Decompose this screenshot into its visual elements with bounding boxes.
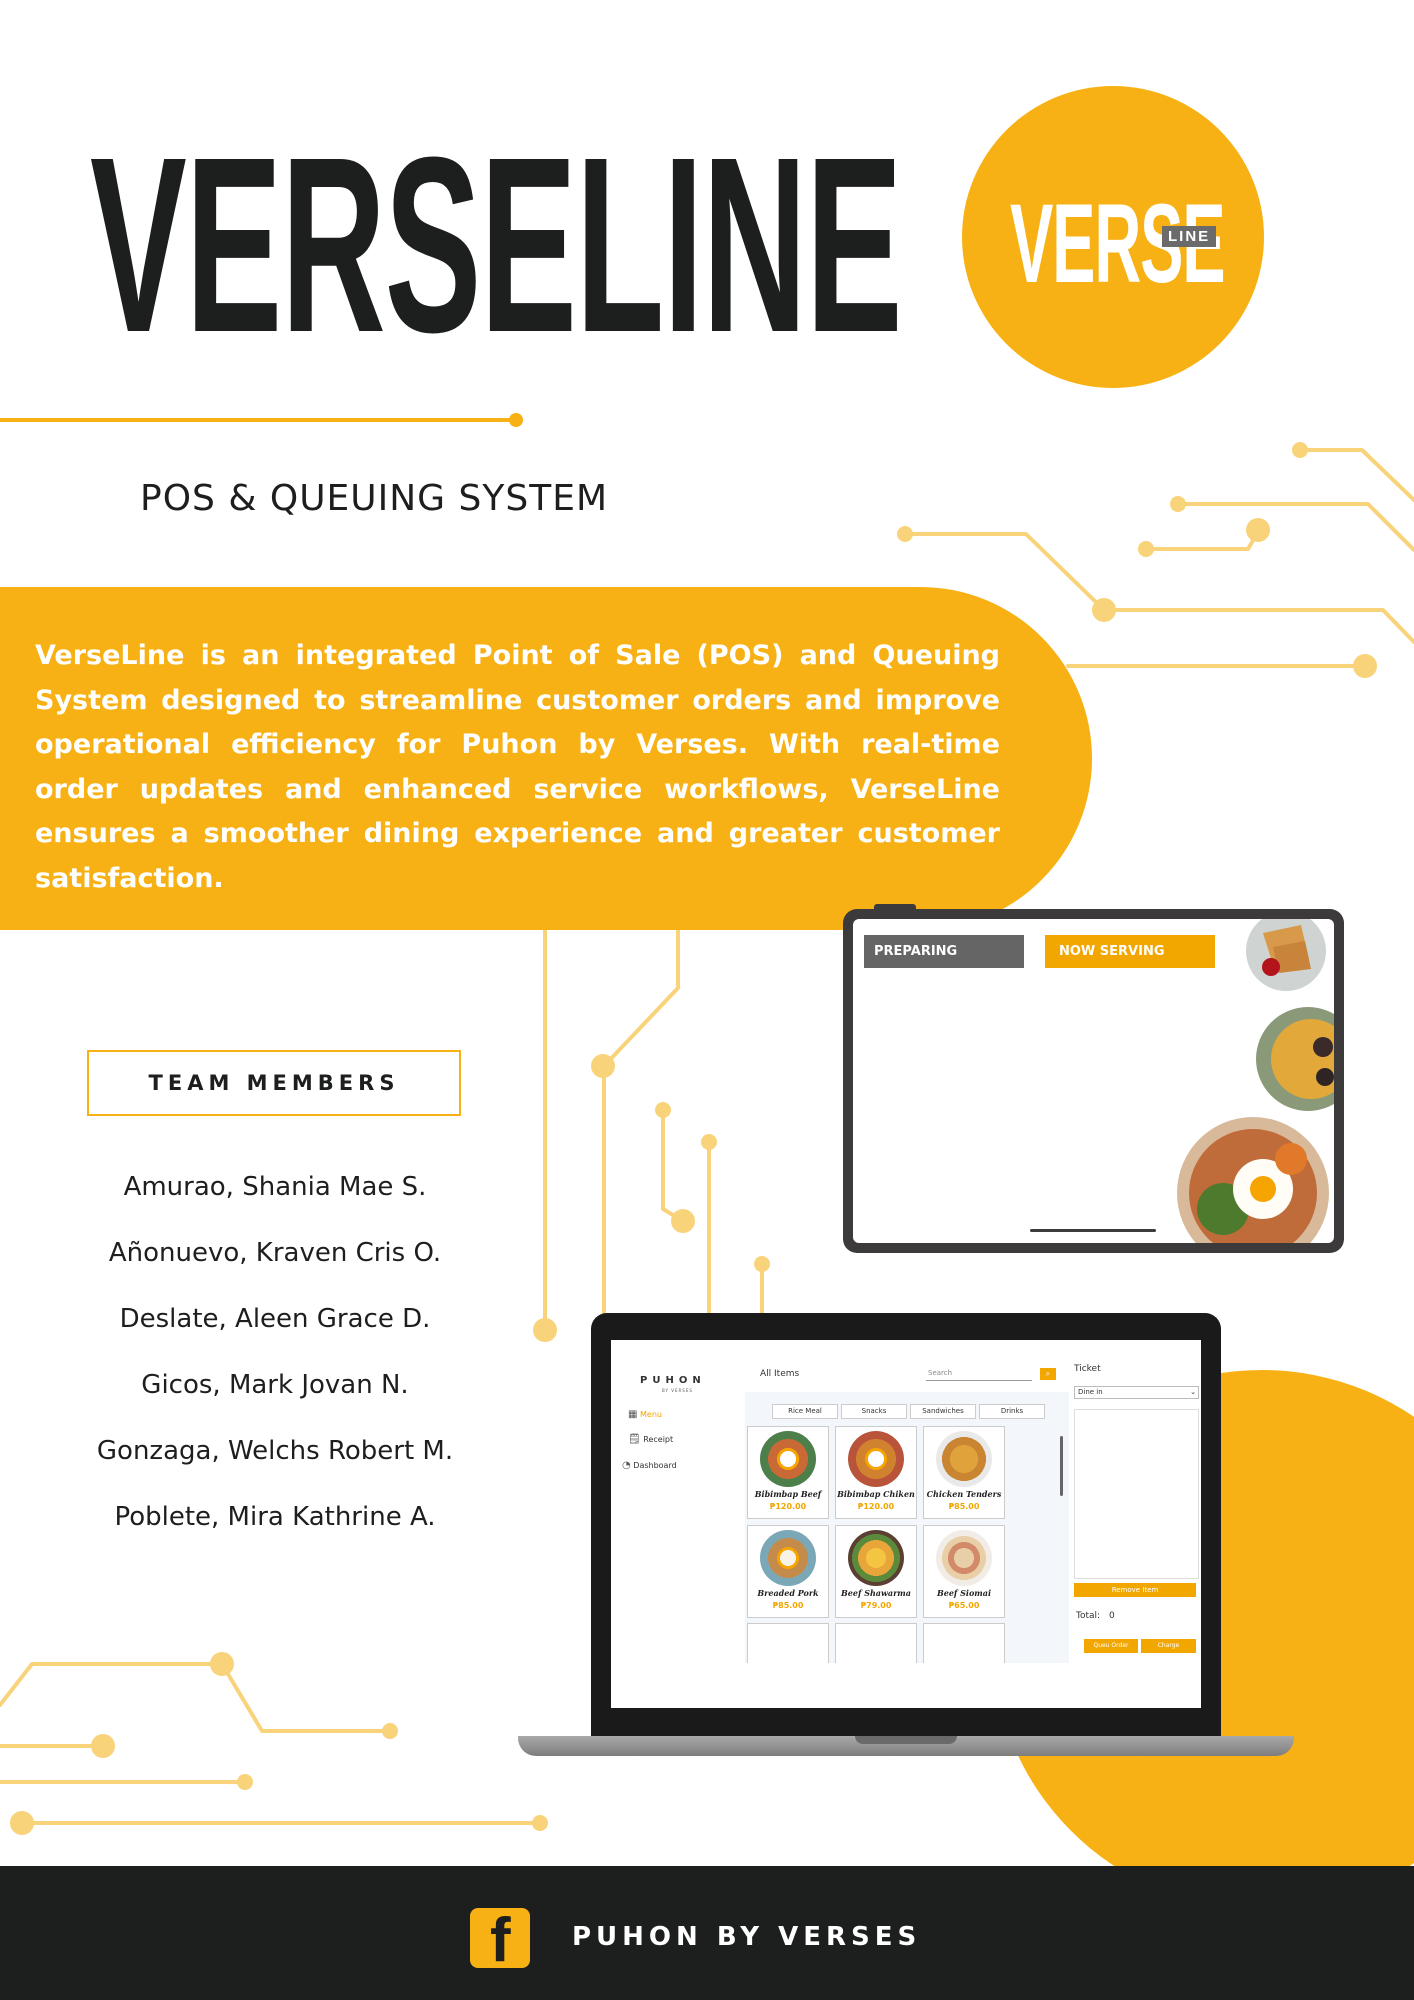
ticket-title: Ticket — [1074, 1364, 1101, 1374]
ticket-total: Total: 0 — [1076, 1611, 1115, 1621]
food-thumbnail — [848, 1431, 904, 1487]
order-type-select[interactable]: Dine in ⌄ — [1074, 1386, 1199, 1399]
food-photos — [1177, 919, 1334, 1243]
item-name: Breaded Pork — [757, 1588, 819, 1598]
facebook-f-glyph: f — [490, 1906, 511, 1975]
team-member: Gicos, Mark Jovan N. — [141, 1370, 409, 1400]
chevron-down-icon: ⌄ — [1190, 1388, 1196, 1396]
team-members-heading-box: TEAM MEMBERS — [87, 1050, 461, 1116]
team-member: Gonzaga, Welchs Robert M. — [96, 1436, 454, 1466]
menu-item-card[interactable] — [923, 1623, 1005, 1663]
team-member: Poblete, Mira Kathrine A. — [114, 1502, 436, 1532]
laptop-notch — [855, 1736, 957, 1744]
menu-item-card[interactable]: Bibimbap Chiken ₱120.00 — [835, 1426, 917, 1519]
item-name: Chicken Tenders — [926, 1489, 1002, 1499]
search-icon: ⌕ — [1045, 1369, 1051, 1378]
food-thumbnail — [936, 1431, 992, 1487]
section-title: All Items — [760, 1369, 800, 1379]
menu-item-card[interactable]: Breaded Pork ₱85.00 — [747, 1525, 829, 1618]
menu-item-card[interactable]: Chicken Tenders ₱85.00 — [923, 1426, 1005, 1519]
footer-page-name: PUHON BY VERSES — [572, 1922, 922, 1952]
sidebar-item-label: Receipt — [643, 1435, 674, 1444]
search-button[interactable]: ⌕ — [1040, 1368, 1056, 1380]
team-member: Amurao, Shania Mae S. — [123, 1172, 427, 1202]
item-price: ₱85.00 — [772, 1601, 804, 1610]
pos-brand-subtitle: BY VERSES — [662, 1388, 693, 1393]
menu-scrollbar[interactable] — [1060, 1436, 1063, 1496]
charge-button[interactable]: Charge — [1141, 1639, 1196, 1653]
total-label: Total: — [1076, 1611, 1101, 1621]
pos-brand-logo: PUHON — [640, 1375, 706, 1386]
sidebar-item-menu[interactable]: ▦ Menu — [628, 1409, 662, 1420]
menu-item-card[interactable]: Beef Shawarma ₱79.00 — [835, 1525, 917, 1618]
item-name: Bibimbap Chiken — [837, 1489, 915, 1499]
sidebar-item-label: Dashboard — [633, 1461, 677, 1470]
category-tab[interactable]: Rice Meal — [772, 1404, 838, 1419]
item-price: ₱120.00 — [769, 1502, 807, 1511]
menu-item-card[interactable]: Bibimbap Beef ₱120.00 — [747, 1426, 829, 1519]
menu-item-card[interactable] — [747, 1623, 829, 1663]
item-price: ₱85.00 — [948, 1502, 980, 1511]
ticket-items-list — [1074, 1409, 1199, 1579]
food-thumbnail — [936, 1530, 992, 1586]
food-thumbnail — [760, 1431, 816, 1487]
order-type-value: Dine in — [1078, 1388, 1103, 1396]
food-thumbnail — [760, 1530, 816, 1586]
logo-tag: LINE — [1162, 226, 1217, 247]
dashboard-gauge-icon: ◔ — [622, 1460, 631, 1471]
item-name: Bibimbap Beef — [754, 1489, 822, 1499]
page-title: VERSELINE — [90, 105, 903, 384]
tablet-home-indicator — [1030, 1229, 1156, 1232]
food-thumbnail — [848, 1530, 904, 1586]
total-value: 0 — [1108, 1611, 1115, 1621]
item-name: Beef Shawarma — [841, 1588, 911, 1598]
sidebar-item-receipt[interactable]: 🗒 Receipt — [628, 1434, 673, 1445]
menu-item-card[interactable]: Beef Siomai ₱65.00 — [923, 1525, 1005, 1618]
search-input[interactable]: Search — [926, 1369, 1032, 1381]
sidebar-item-dashboard[interactable]: ◔ Dashboard — [622, 1460, 677, 1471]
sidebar-item-label: Menu — [640, 1410, 662, 1419]
item-price: ₱79.00 — [860, 1601, 892, 1610]
description-text: VerseLine is an integrated Point of Sale… — [35, 640, 1000, 894]
team-member: Deslate, Aleen Grace D. — [119, 1304, 431, 1334]
category-tab[interactable]: Drinks — [979, 1404, 1045, 1419]
item-price: ₱120.00 — [857, 1502, 895, 1511]
item-price: ₱65.00 — [948, 1601, 980, 1610]
team-members-heading: TEAM MEMBERS — [148, 1071, 400, 1095]
menu-item-card[interactable] — [835, 1623, 917, 1663]
category-tab[interactable]: Snacks — [841, 1404, 907, 1419]
team-member: Añonuevo, Kraven Cris O. — [108, 1238, 442, 1268]
item-name: Beef Siomai — [936, 1588, 991, 1598]
page-subtitle: POS & QUEUING SYSTEM — [140, 478, 609, 519]
category-tab[interactable]: Sandwiches — [910, 1404, 976, 1419]
remove-item-button[interactable]: Remove Item — [1074, 1583, 1196, 1597]
menu-grid-icon: ▦ — [628, 1409, 638, 1420]
queue-order-button[interactable]: Queu Order — [1084, 1639, 1138, 1653]
receipt-icon: 🗒 — [628, 1434, 641, 1445]
